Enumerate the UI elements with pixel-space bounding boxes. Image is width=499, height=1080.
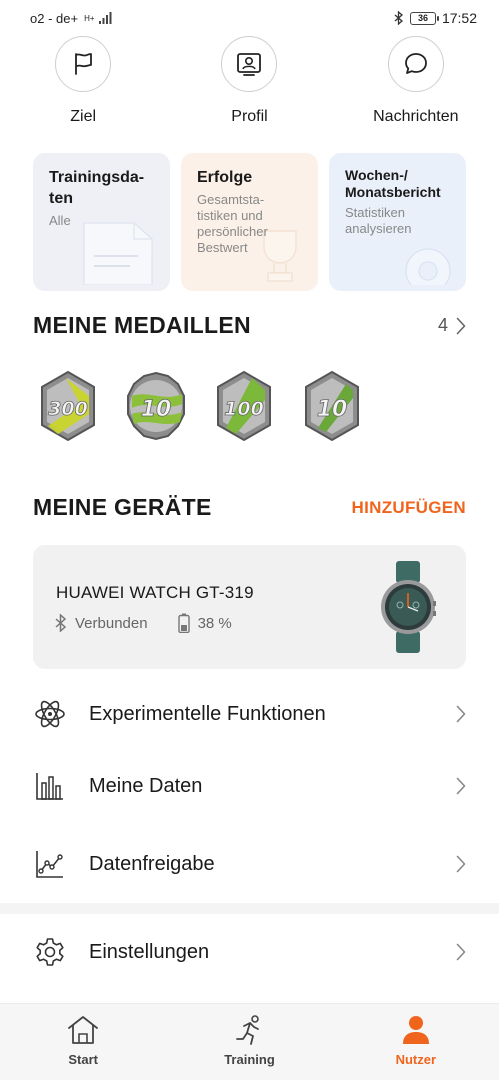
clock: 17:52 xyxy=(441,10,477,26)
training-data-title: Trainingsda- ten xyxy=(49,169,145,207)
nav-start-label: Start xyxy=(68,1052,98,1067)
experimental-label: Experimentelle Funktionen xyxy=(89,702,326,725)
nav-user[interactable]: Nutzer xyxy=(333,1004,499,1080)
battery-status: 38 % xyxy=(197,614,232,632)
experimental-icon-wrap xyxy=(33,698,67,730)
battery-level: 36 xyxy=(417,13,428,23)
svg-text:300: 300 xyxy=(48,398,88,420)
device-status: Verbunden 38 % xyxy=(55,613,232,633)
menu-item-experimental[interactable]: Experimentelle Funktionen xyxy=(33,690,466,738)
status-right: 36 17:52 xyxy=(394,10,477,26)
chevron-right-icon xyxy=(456,777,466,795)
settings-icon-wrap xyxy=(33,936,67,968)
atom-icon xyxy=(35,700,65,728)
svg-text:10: 10 xyxy=(317,397,348,422)
svg-text:100: 100 xyxy=(224,398,264,420)
medals-count-link[interactable]: 4 xyxy=(438,315,466,336)
medals-count: 4 xyxy=(437,315,448,335)
bar-chart-icon xyxy=(36,773,63,800)
medal-300-icon[interactable]: 300 xyxy=(36,370,100,442)
achievements-title: Erfolge xyxy=(197,169,253,186)
nav-user-label: Nutzer xyxy=(395,1052,437,1067)
messages-label: Nachrichten xyxy=(373,108,459,125)
chat-bubble-icon xyxy=(404,53,427,74)
line-chart-icon xyxy=(36,851,63,878)
signal-icon xyxy=(98,12,112,24)
medal-list: 300 10 100 10 xyxy=(36,370,364,442)
profile-card-icon xyxy=(237,53,262,76)
device-battery: 38 % xyxy=(177,613,232,633)
nav-training[interactable]: Training xyxy=(166,1004,332,1080)
chevron-wrap xyxy=(450,855,466,873)
summary-cards: Trainingsda- ten Alle Erfolge Gesamtsta-… xyxy=(33,153,466,291)
battery-icon xyxy=(177,613,190,633)
menu-item-settings[interactable]: Einstellungen xyxy=(33,928,466,976)
settings-label: Einstellungen xyxy=(89,940,210,963)
battery-indicator: 36 xyxy=(409,11,439,25)
user-icon xyxy=(402,1016,429,1044)
report-card[interactable]: Wochen-/ Monatsbericht Statistiken analy… xyxy=(329,153,466,291)
medal-10-bike-icon[interactable]: 10 xyxy=(124,370,188,442)
devices-title: MEINE GERÄTE xyxy=(33,494,212,520)
nav-start[interactable]: Start xyxy=(0,1004,166,1080)
achievements-card[interactable]: Erfolge Gesamtsta- tistiken und persönli… xyxy=(181,153,318,291)
my-data-label: Meine Daten xyxy=(89,774,203,797)
achievements-subtitle: Gesamtsta- tistiken und persönlicher Bes… xyxy=(197,192,268,255)
network-type: H+ xyxy=(84,13,95,23)
carrier-name: o2 - de+ xyxy=(30,10,79,26)
data-sharing-label: Datenfreigabe xyxy=(89,852,215,875)
flag-icon xyxy=(75,53,93,75)
report-subtitle: Statistiken analysieren xyxy=(345,205,412,236)
chevron-right-icon xyxy=(456,705,466,723)
chevron-wrap xyxy=(450,943,466,961)
device-name: HUAWEI WATCH GT-319 xyxy=(56,583,254,602)
messages-icon-circle[interactable] xyxy=(387,36,444,92)
chevron-wrap xyxy=(450,705,466,723)
status-left: o2 - de+ H+ xyxy=(30,11,113,26)
goal-button[interactable]: Ziel xyxy=(0,36,166,136)
bluetooth-icon xyxy=(394,11,403,25)
profile-icon-circle[interactable] xyxy=(221,36,278,92)
bottom-nav: Start Training Nutzer xyxy=(0,1003,499,1080)
report-title: Wochen-/ Monatsbericht xyxy=(345,167,441,200)
chevron-wrap xyxy=(450,777,466,795)
running-icon xyxy=(236,1015,260,1045)
device-connection: Verbunden xyxy=(55,614,148,632)
menu-item-my-data[interactable]: Meine Daten xyxy=(33,762,466,810)
device-card[interactable]: HUAWEI WATCH GT-319 Verbunden 38 % xyxy=(33,545,466,669)
devices-header: MEINE GERÄTE HINZUFÜGEN xyxy=(33,494,466,521)
training-data-card[interactable]: Trainingsda- ten Alle xyxy=(33,153,170,291)
medals-header: MEINE MEDAILLEN 4 xyxy=(33,312,466,339)
chevron-right-icon xyxy=(456,317,466,334)
data-sharing-icon-wrap xyxy=(33,849,67,879)
chevron-right-icon xyxy=(456,943,466,961)
gear-icon xyxy=(36,938,64,966)
my-data-icon-wrap xyxy=(33,771,67,801)
menu-item-data-sharing[interactable]: Datenfreigabe xyxy=(33,840,466,888)
training-data-subtitle: Alle xyxy=(49,213,71,228)
bluetooth-icon xyxy=(55,614,67,632)
profile-button[interactable]: Profil xyxy=(166,36,332,136)
goal-label: Ziel xyxy=(70,108,97,125)
connection-status: Verbunden xyxy=(75,614,148,632)
svg-text:10: 10 xyxy=(141,397,172,422)
section-divider xyxy=(0,903,499,914)
home-icon xyxy=(68,1016,99,1044)
status-bar: o2 - de+ H+ 36 17:52 xyxy=(0,0,499,36)
goal-icon-circle[interactable] xyxy=(55,36,112,92)
profile-label: Profil xyxy=(231,108,268,125)
chevron-right-icon xyxy=(456,855,466,873)
medals-title: MEINE MEDAILLEN xyxy=(33,312,251,338)
smartwatch-icon xyxy=(381,561,436,653)
top-actions: Ziel Profil Nachrichten xyxy=(0,36,499,136)
messages-button[interactable]: Nachrichten xyxy=(333,36,499,136)
gear-deco-icon xyxy=(405,248,451,285)
medal-100-icon[interactable]: 100 xyxy=(212,370,276,442)
medal-10-run-icon[interactable]: 10 xyxy=(300,370,364,442)
add-device-button[interactable]: HINZUFÜGEN xyxy=(352,498,466,518)
nav-training-label: Training xyxy=(224,1052,275,1067)
